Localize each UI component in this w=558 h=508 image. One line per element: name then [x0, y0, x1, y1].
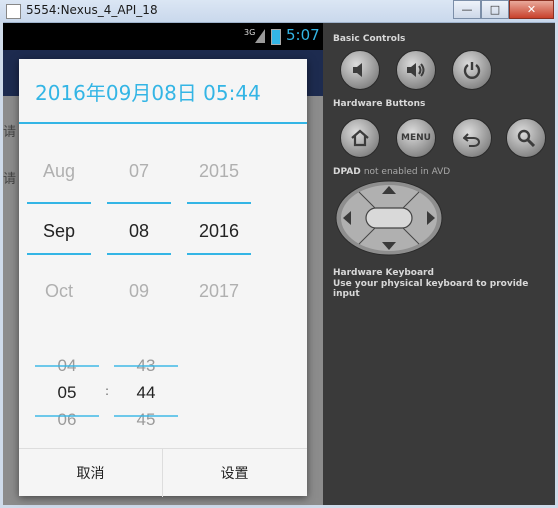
power-button[interactable] — [452, 50, 492, 90]
hardware-buttons-heading: Hardware Buttons — [333, 99, 426, 109]
time-colon: : — [105, 384, 110, 398]
app-icon — [6, 4, 21, 19]
hint-text-1: 请 — [3, 125, 17, 140]
back-icon — [463, 133, 480, 147]
keyboard-heading: Hardware Keyboard — [333, 268, 434, 278]
title-divider — [19, 122, 307, 124]
year-divider-top — [187, 202, 251, 204]
minimize-button[interactable]: — — [453, 0, 481, 19]
dpad-title: DPAD — [333, 167, 361, 177]
minute-next[interactable]: 45 — [114, 410, 178, 430]
month-current[interactable]: Sep — [27, 221, 91, 242]
day-current[interactable]: 08 — [107, 221, 171, 242]
hint-text-2: 请 — [3, 172, 17, 187]
datetime-dialog: 2016年09月08日 05:44 Aug Sep Oct 07 08 09 2… — [19, 59, 307, 497]
year-divider-bottom — [187, 253, 251, 255]
basic-controls-heading: Basic Controls — [333, 34, 406, 44]
hour-divider-bottom — [35, 415, 99, 417]
year-prev[interactable]: 2015 — [187, 161, 251, 182]
set-button[interactable]: 设置 — [163, 449, 306, 497]
volume-down-button[interactable] — [340, 50, 380, 90]
dialog-title: 2016年09月08日 05:44 — [35, 81, 261, 105]
volume-up-button[interactable] — [396, 50, 436, 90]
window-titlebar: 5554:Nexus_4_API_18 — □ ✕ — [0, 0, 558, 23]
window-controls: — □ ✕ — [453, 0, 554, 19]
minute-current[interactable]: 44 — [114, 383, 178, 403]
minute-divider-bottom — [114, 415, 178, 417]
network-type: 3G — [244, 28, 256, 37]
status-bar: 3G 5:07 — [3, 23, 323, 50]
month-prev[interactable]: Aug — [27, 161, 91, 182]
hour-next[interactable]: 06 — [35, 410, 99, 430]
month-divider-bottom — [27, 253, 91, 255]
status-time: 5:07 — [286, 26, 320, 44]
close-button[interactable]: ✕ — [509, 0, 554, 19]
dpad-note: not enabled in AVD — [363, 167, 451, 177]
emulator-control-panel: Basic Controls Hardware Buttons MENU DPA… — [323, 23, 555, 505]
day-divider-top — [107, 202, 171, 204]
hour-divider-top — [35, 365, 99, 367]
cancel-button[interactable]: 取消 — [19, 449, 163, 497]
back-button[interactable] — [452, 118, 492, 158]
search-button[interactable] — [506, 118, 546, 158]
dpad-control[interactable] — [335, 180, 443, 256]
signal-icon — [255, 29, 265, 43]
window-title: 5554:Nexus_4_API_18 — [26, 3, 158, 17]
year-current[interactable]: 2016 — [187, 221, 251, 242]
month-next[interactable]: Oct — [27, 281, 91, 302]
volume-down-icon — [353, 63, 362, 77]
home-button[interactable] — [340, 118, 380, 158]
day-next[interactable]: 09 — [107, 281, 171, 302]
month-divider-top — [27, 202, 91, 204]
power-icon — [463, 62, 481, 79]
volume-up-icon — [407, 63, 425, 77]
search-icon — [517, 129, 535, 147]
year-next[interactable]: 2017 — [187, 281, 251, 302]
dialog-button-bar: 取消 设置 — [19, 448, 307, 497]
dpad-heading: DPAD not enabled in AVD — [333, 167, 450, 177]
keyboard-note: Use your physical keyboard to provide in… — [333, 279, 529, 299]
minute-divider-top — [114, 365, 178, 367]
hour-current[interactable]: 05 — [35, 383, 99, 403]
battery-icon — [271, 29, 281, 45]
menu-button[interactable]: MENU — [396, 118, 436, 158]
day-divider-bottom — [107, 253, 171, 255]
day-prev[interactable]: 07 — [107, 161, 171, 182]
home-icon — [351, 129, 369, 147]
maximize-button[interactable]: □ — [481, 0, 509, 19]
